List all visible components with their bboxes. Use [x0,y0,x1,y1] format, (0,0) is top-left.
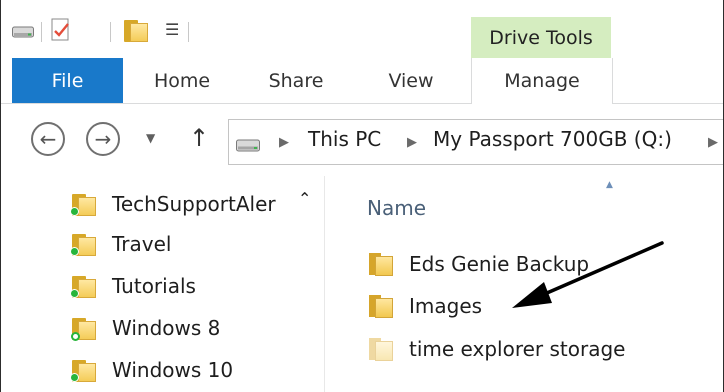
tree-item-label: TechSupportAler [112,192,276,216]
chevron-right-icon[interactable]: ▶ [407,135,417,150]
folder-icon [70,192,98,216]
tab-file[interactable]: File [12,58,123,103]
forward-button[interactable]: → [86,122,120,156]
tree-item-techsupportalerts[interactable]: TechSupportAler [70,186,276,222]
folder-icon [70,358,98,382]
tab-share[interactable]: Share [248,58,344,103]
new-folder-icon[interactable] [122,18,150,42]
toolbar-separator [41,22,42,42]
folder-icon [369,337,395,361]
tree-item-label: Travel [112,232,172,256]
folder-icon [369,252,395,276]
item-name: Images [409,294,483,318]
chevron-right-icon[interactable]: ▶ [279,135,289,150]
back-button[interactable]: ← [31,122,65,156]
item-name: time explorer storage [409,337,626,361]
arrow-up-icon: ↑ [189,124,210,152]
breadcrumb-drive[interactable]: My Passport 700GB (Q:) [433,127,672,151]
tree-item-label: Windows 10 [112,358,234,382]
drive-tools-label: Drive Tools [471,17,611,58]
tree-item-tutorials[interactable]: Tutorials [70,268,196,304]
list-item[interactable]: Images [369,288,482,324]
arrow-right-icon: → [94,127,112,151]
tree-item-label: Tutorials [112,274,196,298]
chevron-down-icon: ▼ [146,131,156,145]
column-header-name[interactable]: Name [367,196,426,220]
tab-home[interactable]: Home [130,58,234,103]
folder-icon [70,274,98,298]
breadcrumb-this-pc[interactable]: This PC [308,127,381,151]
drive-icon [236,139,260,152]
arrow-left-icon: ← [39,127,57,151]
folder-icon [122,18,150,42]
toolbar-separator [188,22,189,42]
folder-icon [70,232,98,256]
item-name: Eds Genie Backup [409,252,590,276]
list-item[interactable]: time explorer storage [369,331,625,367]
tab-manage[interactable]: Manage [471,58,613,104]
folder-icon [369,294,395,318]
drive-icon[interactable] [12,26,34,38]
tab-view[interactable]: View [364,58,458,103]
up-button[interactable]: ↑ [189,122,209,154]
sort-ascending-icon: ▲ [606,180,613,190]
tree-item-label: Windows 8 [112,316,221,340]
properties-icon[interactable] [51,18,71,42]
folder-icon [70,316,98,341]
chevron-up-icon: ⌃ [298,189,312,208]
list-item[interactable]: Eds Genie Backup [369,246,589,282]
recent-locations-button[interactable]: ▼ [146,131,155,145]
scroll-up-button[interactable]: ⌃ [298,189,311,208]
customize-dropdown-icon[interactable]: ☰ [165,22,179,38]
tree-item-windows-8[interactable]: Windows 8 [70,310,220,346]
toolbar-separator [110,22,111,42]
pane-divider[interactable] [324,176,325,392]
chevron-right-icon[interactable]: ▶ [708,135,718,150]
tree-item-windows-10[interactable]: Windows 10 [70,352,233,388]
title-bar [0,0,724,58]
tree-item-travel[interactable]: Travel [70,226,171,262]
